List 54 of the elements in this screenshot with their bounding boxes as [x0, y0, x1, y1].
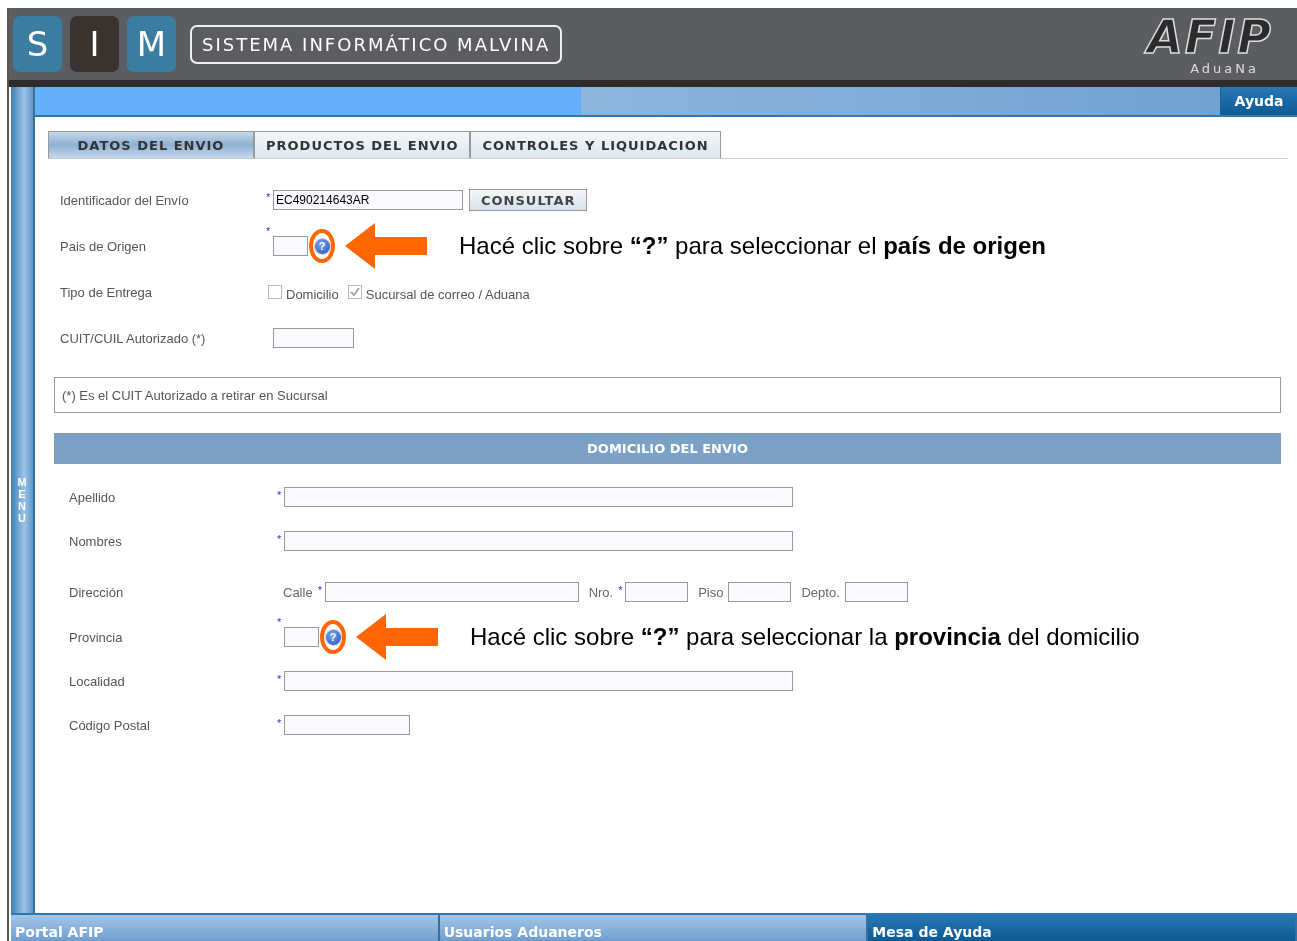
input-field[interactable]: [284, 671, 793, 691]
tab[interactable]: DATOS DEL ENVIO: [48, 131, 254, 158]
checkbox-label: Domicilio: [286, 286, 339, 302]
field-label: Provincia: [69, 629, 124, 645]
note-box: (*) Es el CUIT Autorizado a retirar en Sucursal: [54, 377, 1281, 413]
brand-subtitle: AduaNa: [1190, 60, 1259, 76]
input-field[interactable]: [284, 715, 410, 735]
field-label: Código Postal: [69, 717, 151, 733]
checkbox-label: Sucursal de correo / Aduana: [365, 286, 530, 302]
checkbox[interactable]: [347, 285, 362, 299]
consult-button[interactable]: CONSULTAR: [469, 189, 588, 211]
field-label: Tipo de Entrega: [60, 284, 154, 300]
required-mark: *: [277, 616, 283, 628]
required-mark: *: [266, 191, 272, 203]
tab[interactable]: PRODUCTOS DEL ENVIO: [254, 131, 471, 158]
required-mark: *: [618, 584, 624, 596]
checkbox[interactable]: [268, 285, 282, 299]
field-label: Identificador del Envío: [60, 192, 190, 208]
required-mark: *: [277, 533, 283, 545]
input-field[interactable]: [284, 531, 793, 551]
tab[interactable]: CONTROLES Y LIQUIDACION: [470, 131, 721, 158]
input-field[interactable]: [844, 582, 908, 602]
system-title: SISTEMA INFORMÁTICO MALVINA: [190, 24, 563, 64]
required-mark: *: [277, 717, 283, 729]
required-mark: *: [266, 225, 272, 237]
field-label: Dirección: [69, 584, 125, 600]
field-label: Localidad: [69, 673, 126, 689]
field-label: Depto.: [801, 584, 840, 600]
footer-link[interactable]: Mesa de Ayuda: [868, 915, 1297, 941]
input-field[interactable]: [284, 627, 319, 647]
field-label: Nombres: [69, 533, 123, 549]
logo-tile: S: [13, 16, 62, 72]
field-label: Pais de Origen: [60, 238, 147, 254]
input-field[interactable]: [324, 582, 579, 602]
input-field[interactable]: [273, 236, 308, 256]
required-mark: *: [277, 673, 283, 685]
input-field[interactable]: [273, 328, 354, 348]
input-field[interactable]: [284, 487, 793, 507]
annotation-text: Hacé clic sobre “?” para seleccionar el país de origen: [459, 232, 1046, 260]
field-label: Calle: [283, 584, 313, 600]
logo-tile: I: [70, 16, 119, 72]
input-field[interactable]: [728, 582, 792, 602]
logo-tile: M: [127, 16, 176, 72]
field-label: Piso: [698, 584, 724, 600]
field-label: CUIT/CUIL Autorizado (*): [60, 330, 207, 346]
required-mark: *: [277, 489, 283, 501]
annotation-text: Hacé clic sobre “?” para seleccionar la provincia del domicilio: [470, 623, 1140, 651]
field-label: Apellido: [69, 489, 117, 505]
input-field[interactable]: [625, 582, 689, 602]
input-field[interactable]: EC490214643AR: [273, 190, 463, 210]
section-header: DOMICILIO DEL ENVIO: [54, 433, 1281, 464]
field-label: Nro.: [588, 584, 614, 600]
help-link[interactable]: Ayuda: [1220, 87, 1297, 115]
required-mark: *: [317, 584, 323, 596]
